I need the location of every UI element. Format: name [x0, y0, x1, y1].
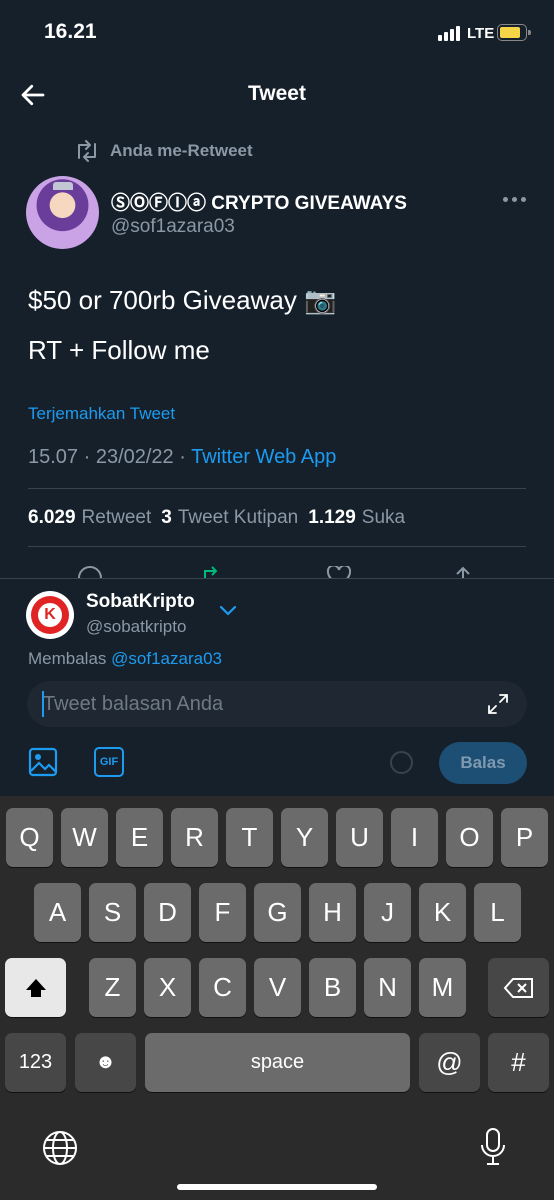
key-n[interactable]: N	[364, 958, 411, 1017]
replying-to: Membalas @sof1azara03	[28, 649, 222, 668]
signal-icon	[438, 24, 462, 41]
key-h[interactable]: H	[309, 883, 356, 942]
gif-icon[interactable]: GIF	[94, 747, 124, 777]
home-indicator	[177, 1184, 377, 1190]
microphone-icon[interactable]	[480, 1127, 506, 1167]
keyboard: 123 ☻ space @ # QWERTYUIOP ASDFGHJKL ZXCVB…	[0, 796, 554, 1200]
shift-icon	[25, 978, 46, 997]
key-z[interactable]: Z	[89, 958, 136, 1017]
retweet-action-icon[interactable]	[200, 566, 226, 578]
tweet-timestamp: 15.07 · 23/02/22 ·	[28, 446, 186, 468]
like-icon[interactable]	[326, 566, 352, 578]
key-f[interactable]: F	[199, 883, 246, 942]
emoji-key[interactable]: ☻	[75, 1033, 136, 1092]
globe-icon[interactable]	[42, 1130, 78, 1166]
key-c[interactable]: C	[199, 958, 246, 1017]
key-l[interactable]: L	[474, 883, 521, 942]
tweet-stats: 6.029 Retweet 3 Tweet Kutipan 1.129 Suka	[28, 507, 405, 529]
key-p[interactable]: P	[501, 808, 548, 867]
reply-account-name[interactable]: SobatKripto	[86, 591, 195, 613]
retweet-count[interactable]: 6.029 Retweet	[28, 507, 151, 529]
key-d[interactable]: D	[144, 883, 191, 942]
reply-composer: K SobatKripto @sobatkripto Membalas @sof…	[0, 578, 554, 796]
key-y[interactable]: Y	[281, 808, 328, 867]
reply-icon[interactable]	[78, 566, 102, 578]
more-options-icon[interactable]	[503, 197, 526, 202]
reply-button[interactable]: Balas	[439, 742, 527, 784]
key-k[interactable]: K	[419, 883, 466, 942]
backspace-key[interactable]	[488, 958, 549, 1017]
author-handle[interactable]: @sof1azara03	[111, 216, 235, 238]
retweet-context-label: Anda me-Retweet	[110, 141, 253, 160]
key-m[interactable]: M	[419, 958, 466, 1017]
character-counter-icon	[390, 751, 413, 774]
space-key[interactable]: space	[145, 1033, 410, 1092]
chevron-down-icon[interactable]	[219, 605, 237, 617]
page-title: Tweet	[248, 82, 306, 105]
key-j[interactable]: J	[364, 883, 411, 942]
author-avatar[interactable]	[26, 176, 99, 249]
numbers-key[interactable]: 123	[5, 1033, 66, 1092]
author-name[interactable]: ⓈⓄⒻⒾⓐ CRYPTO GIVEAWAYS	[111, 188, 407, 215]
status-bar: 16.21 LTE	[0, 0, 554, 64]
status-time: 16.21	[44, 20, 97, 43]
text-caret	[42, 691, 44, 717]
like-count[interactable]: 1.129 Suka	[308, 507, 405, 529]
shift-key[interactable]	[5, 958, 66, 1017]
tweet-text-line-2: RT + Follow me	[28, 335, 210, 365]
backspace-icon	[503, 977, 533, 998]
key-o[interactable]: O	[446, 808, 493, 867]
share-icon[interactable]	[452, 566, 474, 578]
key-e[interactable]: E	[116, 808, 163, 867]
reply-account-handle: @sobatkripto	[86, 617, 187, 636]
tweet-meta: 15.07 · 23/02/22 · Twitter Web App	[28, 446, 336, 469]
retweet-icon	[78, 140, 96, 162]
tweet-text-line-1: $50 or 700rb Giveaway 📷	[28, 285, 337, 315]
replying-to-handle[interactable]: @sof1azara03	[111, 649, 222, 668]
tweet-actions	[0, 560, 554, 578]
retweet-context: Anda me-Retweet	[74, 140, 253, 162]
hash-key[interactable]: #	[488, 1033, 549, 1092]
key-w[interactable]: W	[61, 808, 108, 867]
reply-account-avatar[interactable]: K	[26, 591, 74, 639]
key-b[interactable]: B	[309, 958, 356, 1017]
key-u[interactable]: U	[336, 808, 383, 867]
key-r[interactable]: R	[171, 808, 218, 867]
expand-icon[interactable]	[486, 692, 510, 716]
battery-icon	[497, 24, 531, 41]
key-q[interactable]: Q	[6, 808, 53, 867]
divider	[28, 488, 526, 489]
at-key[interactable]: @	[419, 1033, 480, 1092]
key-g[interactable]: G	[254, 883, 301, 942]
key-a[interactable]: A	[34, 883, 81, 942]
divider	[28, 546, 526, 547]
network-type: LTE	[467, 25, 495, 42]
translate-tweet-link[interactable]: Terjemahkan Tweet	[28, 404, 175, 424]
key-i[interactable]: I	[391, 808, 438, 867]
key-s[interactable]: S	[89, 883, 136, 942]
key-v[interactable]: V	[254, 958, 301, 1017]
reply-input[interactable]	[27, 681, 527, 727]
key-t[interactable]: T	[226, 808, 273, 867]
image-icon[interactable]	[28, 747, 58, 777]
battery-level	[500, 27, 521, 38]
key-x[interactable]: X	[144, 958, 191, 1017]
source-app-link[interactable]: Twitter Web App	[191, 446, 336, 468]
quote-count[interactable]: 3 Tweet Kutipan	[161, 507, 298, 529]
nav-header: Tweet	[0, 64, 554, 126]
